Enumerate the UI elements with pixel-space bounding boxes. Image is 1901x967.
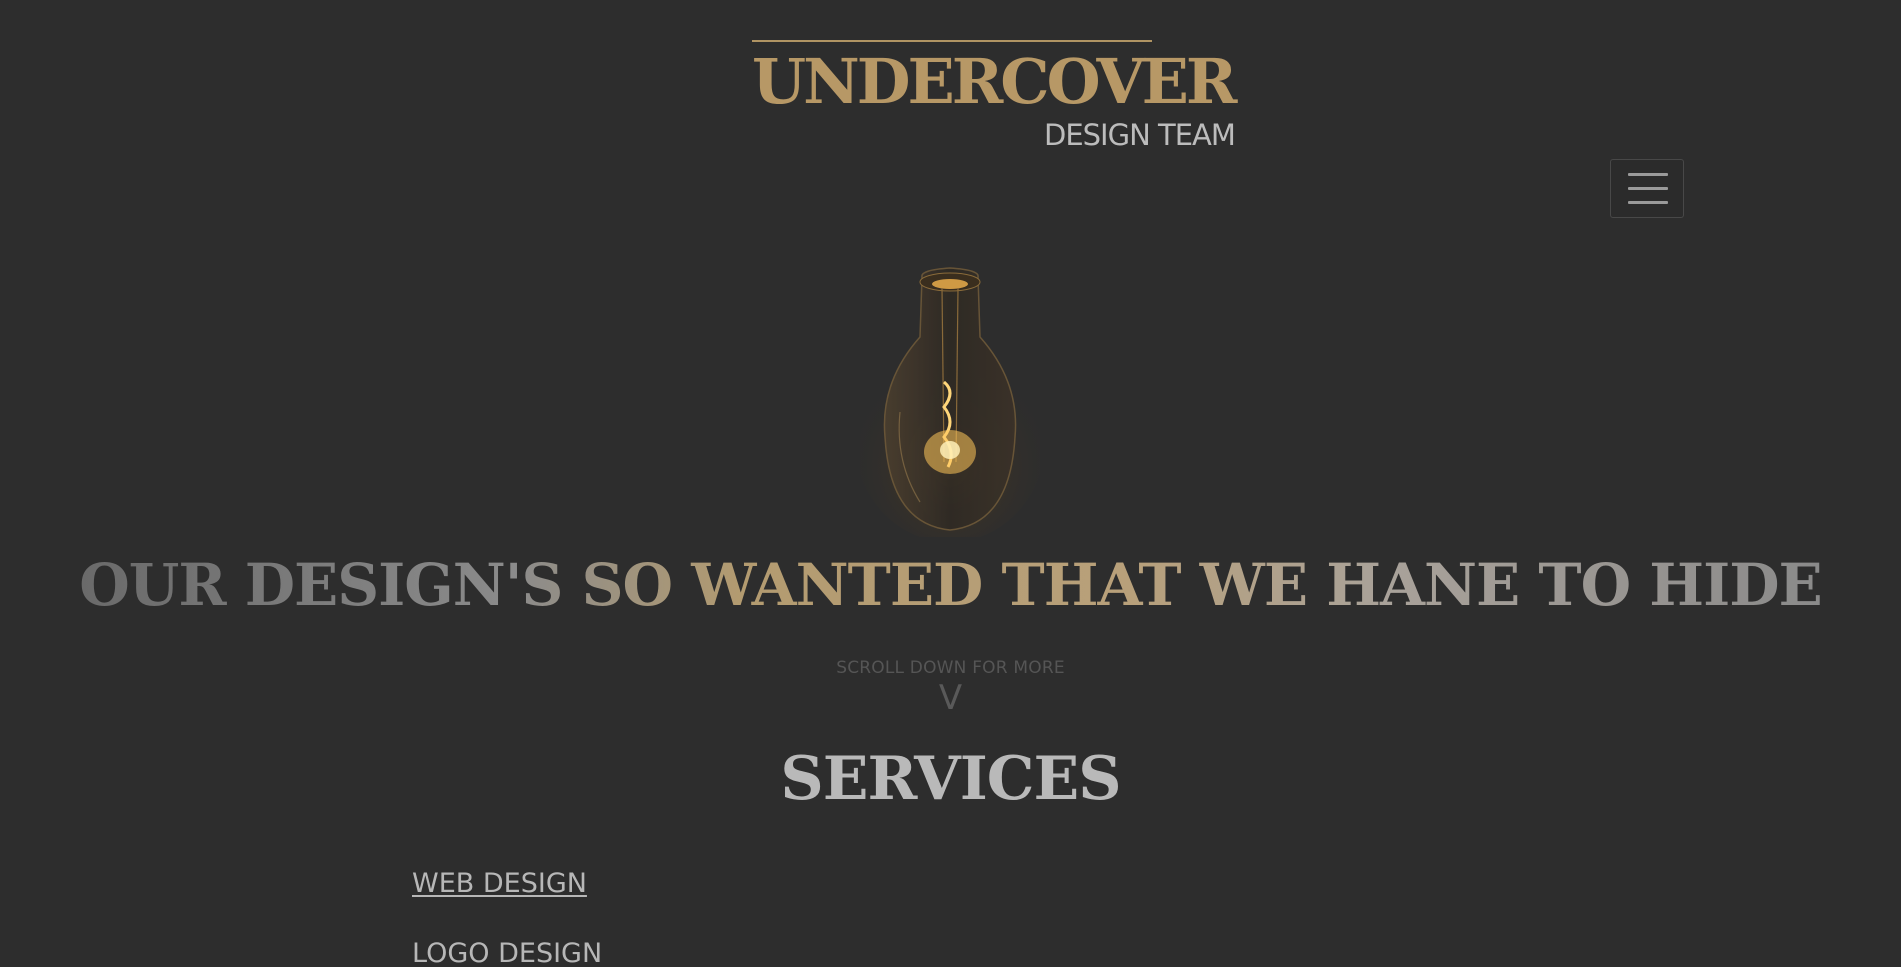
hamburger-menu-icon-bar [1628, 201, 1668, 204]
site-logo[interactable]: UNDERCOVER DESIGN TEAM [752, 40, 1237, 160]
hamburger-menu-button[interactable] [1610, 159, 1684, 218]
service-link-logo-design[interactable]: LOGO DESIGN [412, 938, 602, 967]
list-item: WEB DESIGN [412, 866, 602, 902]
hamburger-menu-icon [1628, 173, 1668, 176]
logo-rule [752, 40, 1152, 42]
services-heading: SERVICES [780, 744, 1121, 814]
list-item: LOGO DESIGN [412, 936, 602, 967]
scroll-hint: SCROLL DOWN FOR MORE [836, 658, 1065, 678]
hero-tagline-text: OUR DESIGN'S SO WANTED THAT WE HANE TO H… [79, 551, 1823, 619]
services-list: WEB DESIGN LOGO DESIGN [412, 866, 602, 967]
hamburger-menu-icon-bar [1628, 187, 1668, 190]
light-bulb-image [860, 267, 1040, 537]
logo-title: UNDERCOVER [752, 45, 1237, 118]
logo-subtitle: DESIGN TEAM [1044, 118, 1236, 152]
hero-tagline: OUR DESIGN'S SO WANTED THAT WE HANE TO H… [0, 540, 1901, 630]
scroll-down-arrow[interactable]: V [0, 678, 1901, 718]
service-link-web-design[interactable]: WEB DESIGN [412, 868, 587, 899]
